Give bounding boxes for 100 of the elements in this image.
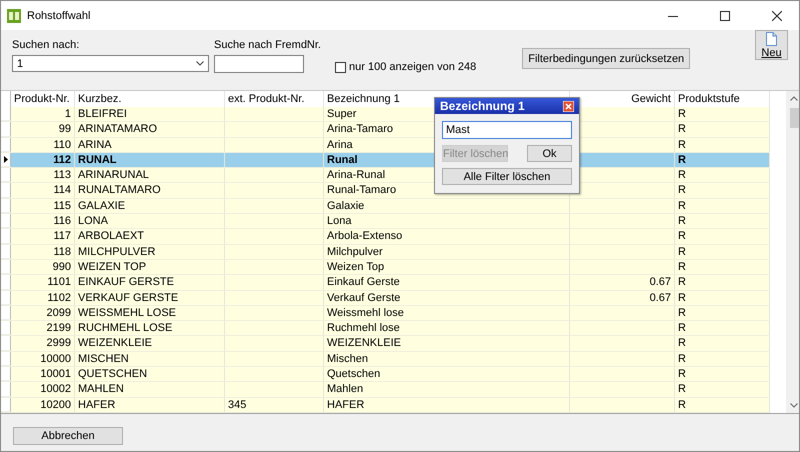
short-name-cell: MISCHEN	[75, 352, 225, 366]
product-number-cell: 10200	[11, 398, 75, 412]
short-name-cell: RUCHMEHL LOSE	[75, 321, 225, 336]
close-icon[interactable]	[772, 10, 782, 20]
app-icon	[7, 8, 21, 22]
product-level-cell: R	[675, 260, 770, 274]
short-name-cell: GALAXIE	[75, 198, 225, 214]
product-number-cell: 110	[11, 138, 75, 152]
short-name-cell: EINKAUF GERSTE	[75, 275, 225, 290]
short-name-cell: QUETSCHEN	[75, 367, 225, 382]
product-level-cell: R	[675, 290, 770, 305]
short-name-cell: WEIZEN TOP	[75, 260, 225, 274]
table-row[interactable]: 1101 EINKAUF GERSTE Einkauf Gerste 0.67 R	[1, 275, 770, 291]
short-name-cell: RUNAL	[75, 152, 225, 168]
table-row[interactable]: 2099 WEISSMEHL LOSE Weissmehl lose R	[1, 306, 770, 322]
product-number-cell: 10001	[11, 367, 75, 382]
description-cell: Mischen	[324, 352, 570, 366]
description-cell: Einkauf Gerste	[324, 275, 570, 290]
scroll-up-icon[interactable]	[790, 96, 798, 101]
product-level-cell: R	[675, 138, 770, 152]
product-number-cell: 117	[11, 229, 75, 244]
table-row[interactable]: 10002 MAHLEN Mahlen R	[1, 382, 770, 398]
product-level-cell: R	[675, 152, 770, 168]
product-level-cell: R	[675, 398, 770, 412]
weight-cell: 0.67	[570, 275, 675, 290]
description-cell: WEIZENKLEIE	[324, 336, 570, 351]
product-number-cell: 1102	[11, 290, 75, 305]
description-cell: Arbola-Extenso	[324, 229, 570, 244]
short-name-cell: ARBOLAEXT	[75, 229, 225, 244]
product-number-cell: 114	[11, 183, 75, 198]
table-row[interactable]: 10000 MISCHEN Mischen R	[1, 352, 770, 368]
table-row[interactable]: 10200 HAFER 345 HAFER R	[1, 398, 770, 413]
product-number-cell: 990	[11, 260, 75, 274]
table-row[interactable]: 115 GALAXIE Galaxie R	[1, 198, 770, 214]
table-row[interactable]: 1102 VERKAUF GERSTE Verkauf Gerste 0.67 R	[1, 290, 770, 306]
description-cell: Weizen Top	[324, 260, 570, 274]
product-level-cell: R	[675, 244, 770, 259]
description-cell: HAFER	[324, 398, 570, 412]
product-number-cell: 10000	[11, 352, 75, 366]
limit-label: nur 100 anzeigen von 248	[349, 61, 476, 73]
product-level-cell: R	[675, 367, 770, 382]
search-combo[interactable]: 1	[12, 55, 209, 72]
dropdown-icon	[196, 61, 204, 66]
product-level-cell: R	[675, 352, 770, 366]
scrollbar-thumb[interactable]	[790, 108, 798, 128]
product-number-cell: 1	[11, 107, 75, 122]
document-icon	[766, 32, 777, 46]
window-title: Rohstoffwahl	[27, 10, 90, 22]
search-label: Suchen nach:	[12, 38, 80, 51]
product-level-cell: R	[675, 198, 770, 214]
product-level-cell: R	[675, 336, 770, 351]
short-name-cell: WEISSMEHL LOSE	[75, 306, 225, 320]
product-level-cell: R	[675, 107, 770, 122]
product-level-cell: R	[675, 229, 770, 244]
scroll-down-icon[interactable]	[790, 402, 798, 408]
short-name-cell: HAFER	[75, 398, 225, 412]
product-number-cell: 115	[11, 198, 75, 214]
short-name-cell: ARINARUNAL	[75, 168, 225, 182]
clear-all-filters-button[interactable]: Alle Filter löschen	[442, 168, 572, 185]
table-row[interactable]: 2999 WEIZENKLEIE WEIZENKLEIE R	[1, 336, 770, 352]
external-number-cell: 345	[225, 398, 324, 412]
description-cell: Ruchmehl lose	[324, 321, 570, 336]
product-number-cell: 2099	[11, 306, 75, 320]
table-row[interactable]: 10001 QUETSCHEN Quetschen R	[1, 367, 770, 382]
short-name-cell: WEIZENKLEIE	[75, 336, 225, 351]
product-number-cell: 113	[11, 168, 75, 182]
product-number-cell: 2199	[11, 321, 75, 336]
product-number-cell: 118	[11, 244, 75, 259]
foreign-search-field[interactable]	[214, 55, 304, 73]
ok-button[interactable]: Ok	[527, 145, 572, 162]
short-name-cell: LONA	[75, 214, 225, 228]
product-level-cell: R	[675, 183, 770, 198]
new-button[interactable]: Neu	[755, 30, 788, 60]
filter-field[interactable]: Mast	[442, 121, 572, 139]
description-cell: Galaxie	[324, 198, 570, 214]
product-level-cell: R	[675, 122, 770, 137]
description-cell: Weissmehl lose	[324, 306, 570, 320]
short-name-cell: RUNALTAMARO	[75, 183, 225, 198]
table-row[interactable]: 117 ARBOLAEXT Arbola-Extenso R	[1, 229, 770, 245]
weight-cell: 0.67	[570, 290, 675, 305]
description-cell: Lona	[324, 214, 570, 228]
product-number-cell: 2999	[11, 336, 75, 351]
product-number-cell: 10002	[11, 382, 75, 397]
table-row[interactable]: 2199 RUCHMEHL LOSE Ruchmehl lose R	[1, 321, 770, 336]
description-cell: Milchpulver	[324, 244, 570, 259]
short-name-cell: VERKAUF GERSTE	[75, 290, 225, 305]
product-number-cell: 112	[11, 152, 75, 168]
short-name-cell: MILCHPULVER	[75, 244, 225, 259]
table-row[interactable]: 116 LONA Lona R	[1, 214, 770, 230]
table-row[interactable]: 118 MILCHPULVER Milchpulver R	[1, 244, 770, 260]
product-level-cell: R	[675, 168, 770, 182]
foreign-search-label: Suche nach FremdNr.	[214, 38, 321, 51]
limit-checkbox[interactable]	[335, 62, 346, 72]
short-name-cell: MAHLEN	[75, 382, 225, 397]
row-header[interactable]	[1, 152, 11, 168]
table-row[interactable]: 990 WEIZEN TOP Weizen Top R	[1, 260, 770, 276]
product-level-cell: R	[675, 382, 770, 397]
maximize-icon[interactable]	[720, 10, 730, 20]
cancel-button[interactable]: Abbrechen	[13, 426, 123, 445]
reset-filters-button[interactable]: Filterbedingungen zurücksetzen	[522, 48, 690, 69]
